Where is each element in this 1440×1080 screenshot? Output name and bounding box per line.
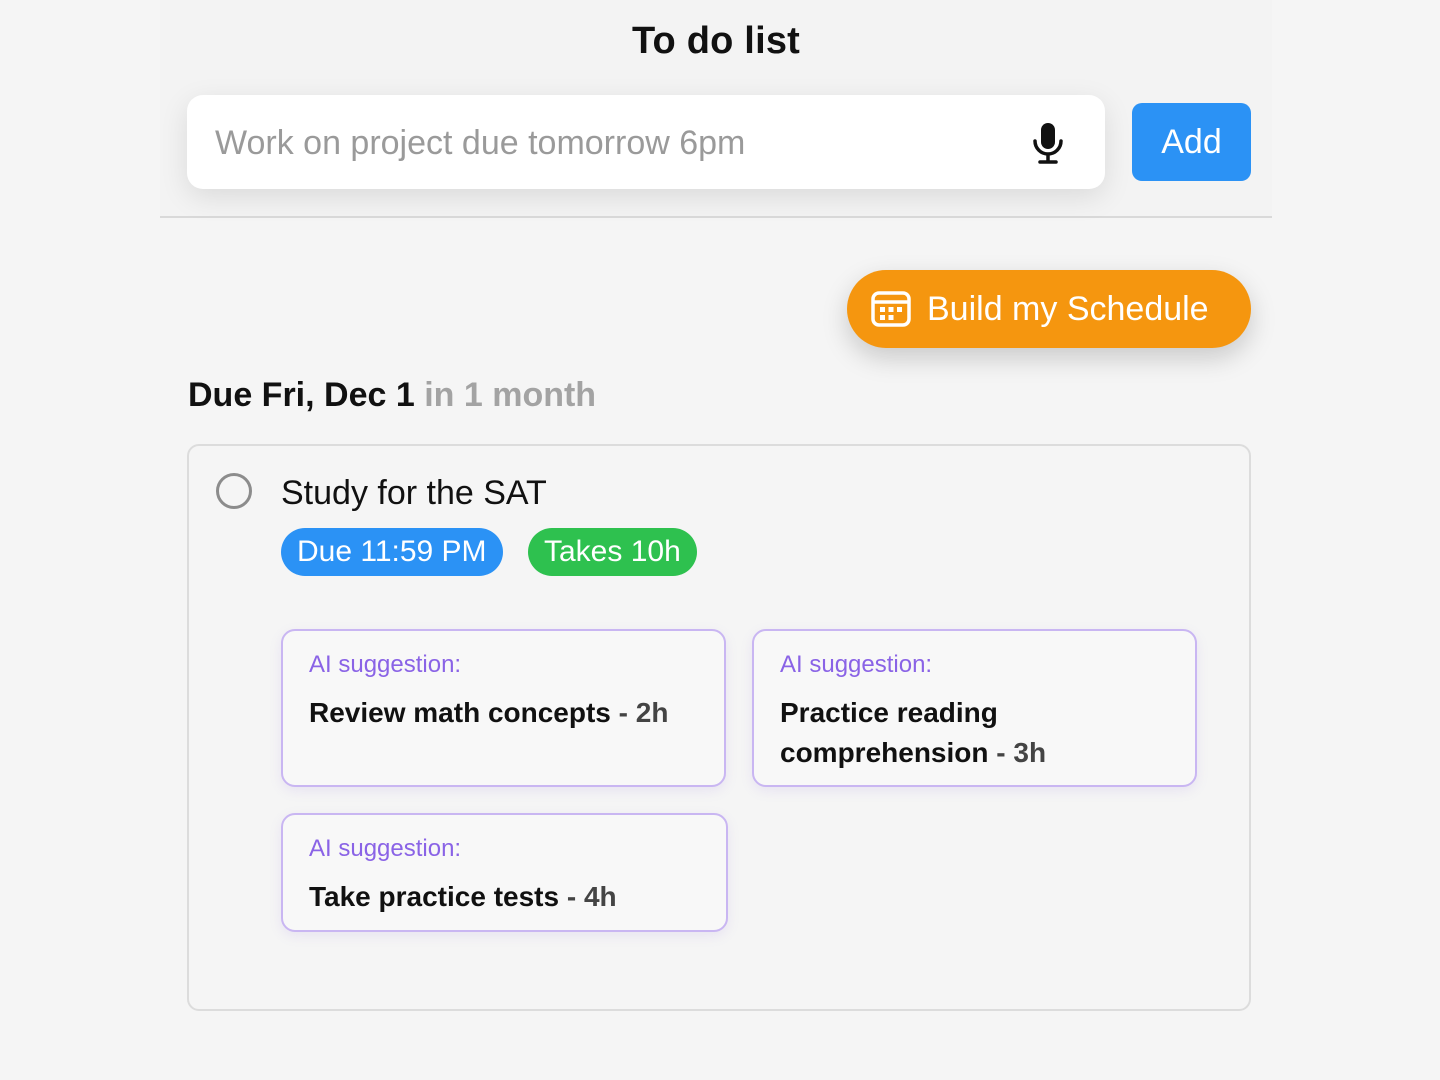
page-title: To do list (631, 20, 801, 62)
ai-suggestion-label: AI suggestion: (309, 651, 462, 678)
ai-suggestion-card[interactable]: AI suggestion: Review math concepts - 2h (281, 629, 726, 787)
due-date: Due Fri, Dec 1 (188, 376, 415, 414)
header: To do list Add (160, 0, 1272, 218)
ai-suggestion-card[interactable]: AI suggestion: Practice reading comprehe… (752, 629, 1197, 787)
build-schedule-label: Build my Schedule (927, 289, 1209, 328)
ai-suggestion-text: Practice reading comprehension - 3h (780, 693, 1140, 773)
suggestion-name: Take practice tests (309, 881, 560, 912)
ai-suggestion-text: Review math concepts - 2h (309, 693, 698, 733)
duration-badge: Takes 10h (528, 528, 697, 576)
suggestion-name: Review math concepts (309, 697, 611, 728)
todo-app: To do list Add (160, 0, 1272, 1080)
task-card: Study for the SAT Due 11:59 PM Takes 10h… (187, 444, 1251, 1011)
ai-suggestion-text: Take practice tests - 4h (309, 877, 700, 917)
suggestion-duration: - 2h (618, 697, 669, 728)
suggestion-duration: - 3h (996, 737, 1047, 768)
ai-suggestion-label: AI suggestion: (780, 651, 933, 678)
due-relative: in 1 month (424, 376, 597, 414)
task-input[interactable] (213, 117, 1017, 169)
add-button[interactable]: Add (1132, 103, 1251, 181)
ai-suggestion-card[interactable]: AI suggestion: Take practice tests - 4h (281, 813, 728, 932)
calendar-icon (871, 289, 911, 329)
microphone-icon[interactable] (1027, 121, 1069, 165)
ai-suggestion-label: AI suggestion: (309, 835, 462, 862)
build-schedule-button[interactable]: Build my Schedule (847, 270, 1251, 348)
task-input-container (187, 95, 1105, 189)
suggestion-name: Practice reading comprehension (780, 697, 998, 768)
suggestion-duration: - 4h (566, 881, 617, 912)
task-checkbox[interactable] (216, 473, 252, 509)
task-title: Study for the SAT (281, 474, 547, 512)
due-group-heading: Due Fri, Dec 1 in 1 month (188, 376, 596, 415)
due-time-badge: Due 11:59 PM (281, 528, 503, 576)
